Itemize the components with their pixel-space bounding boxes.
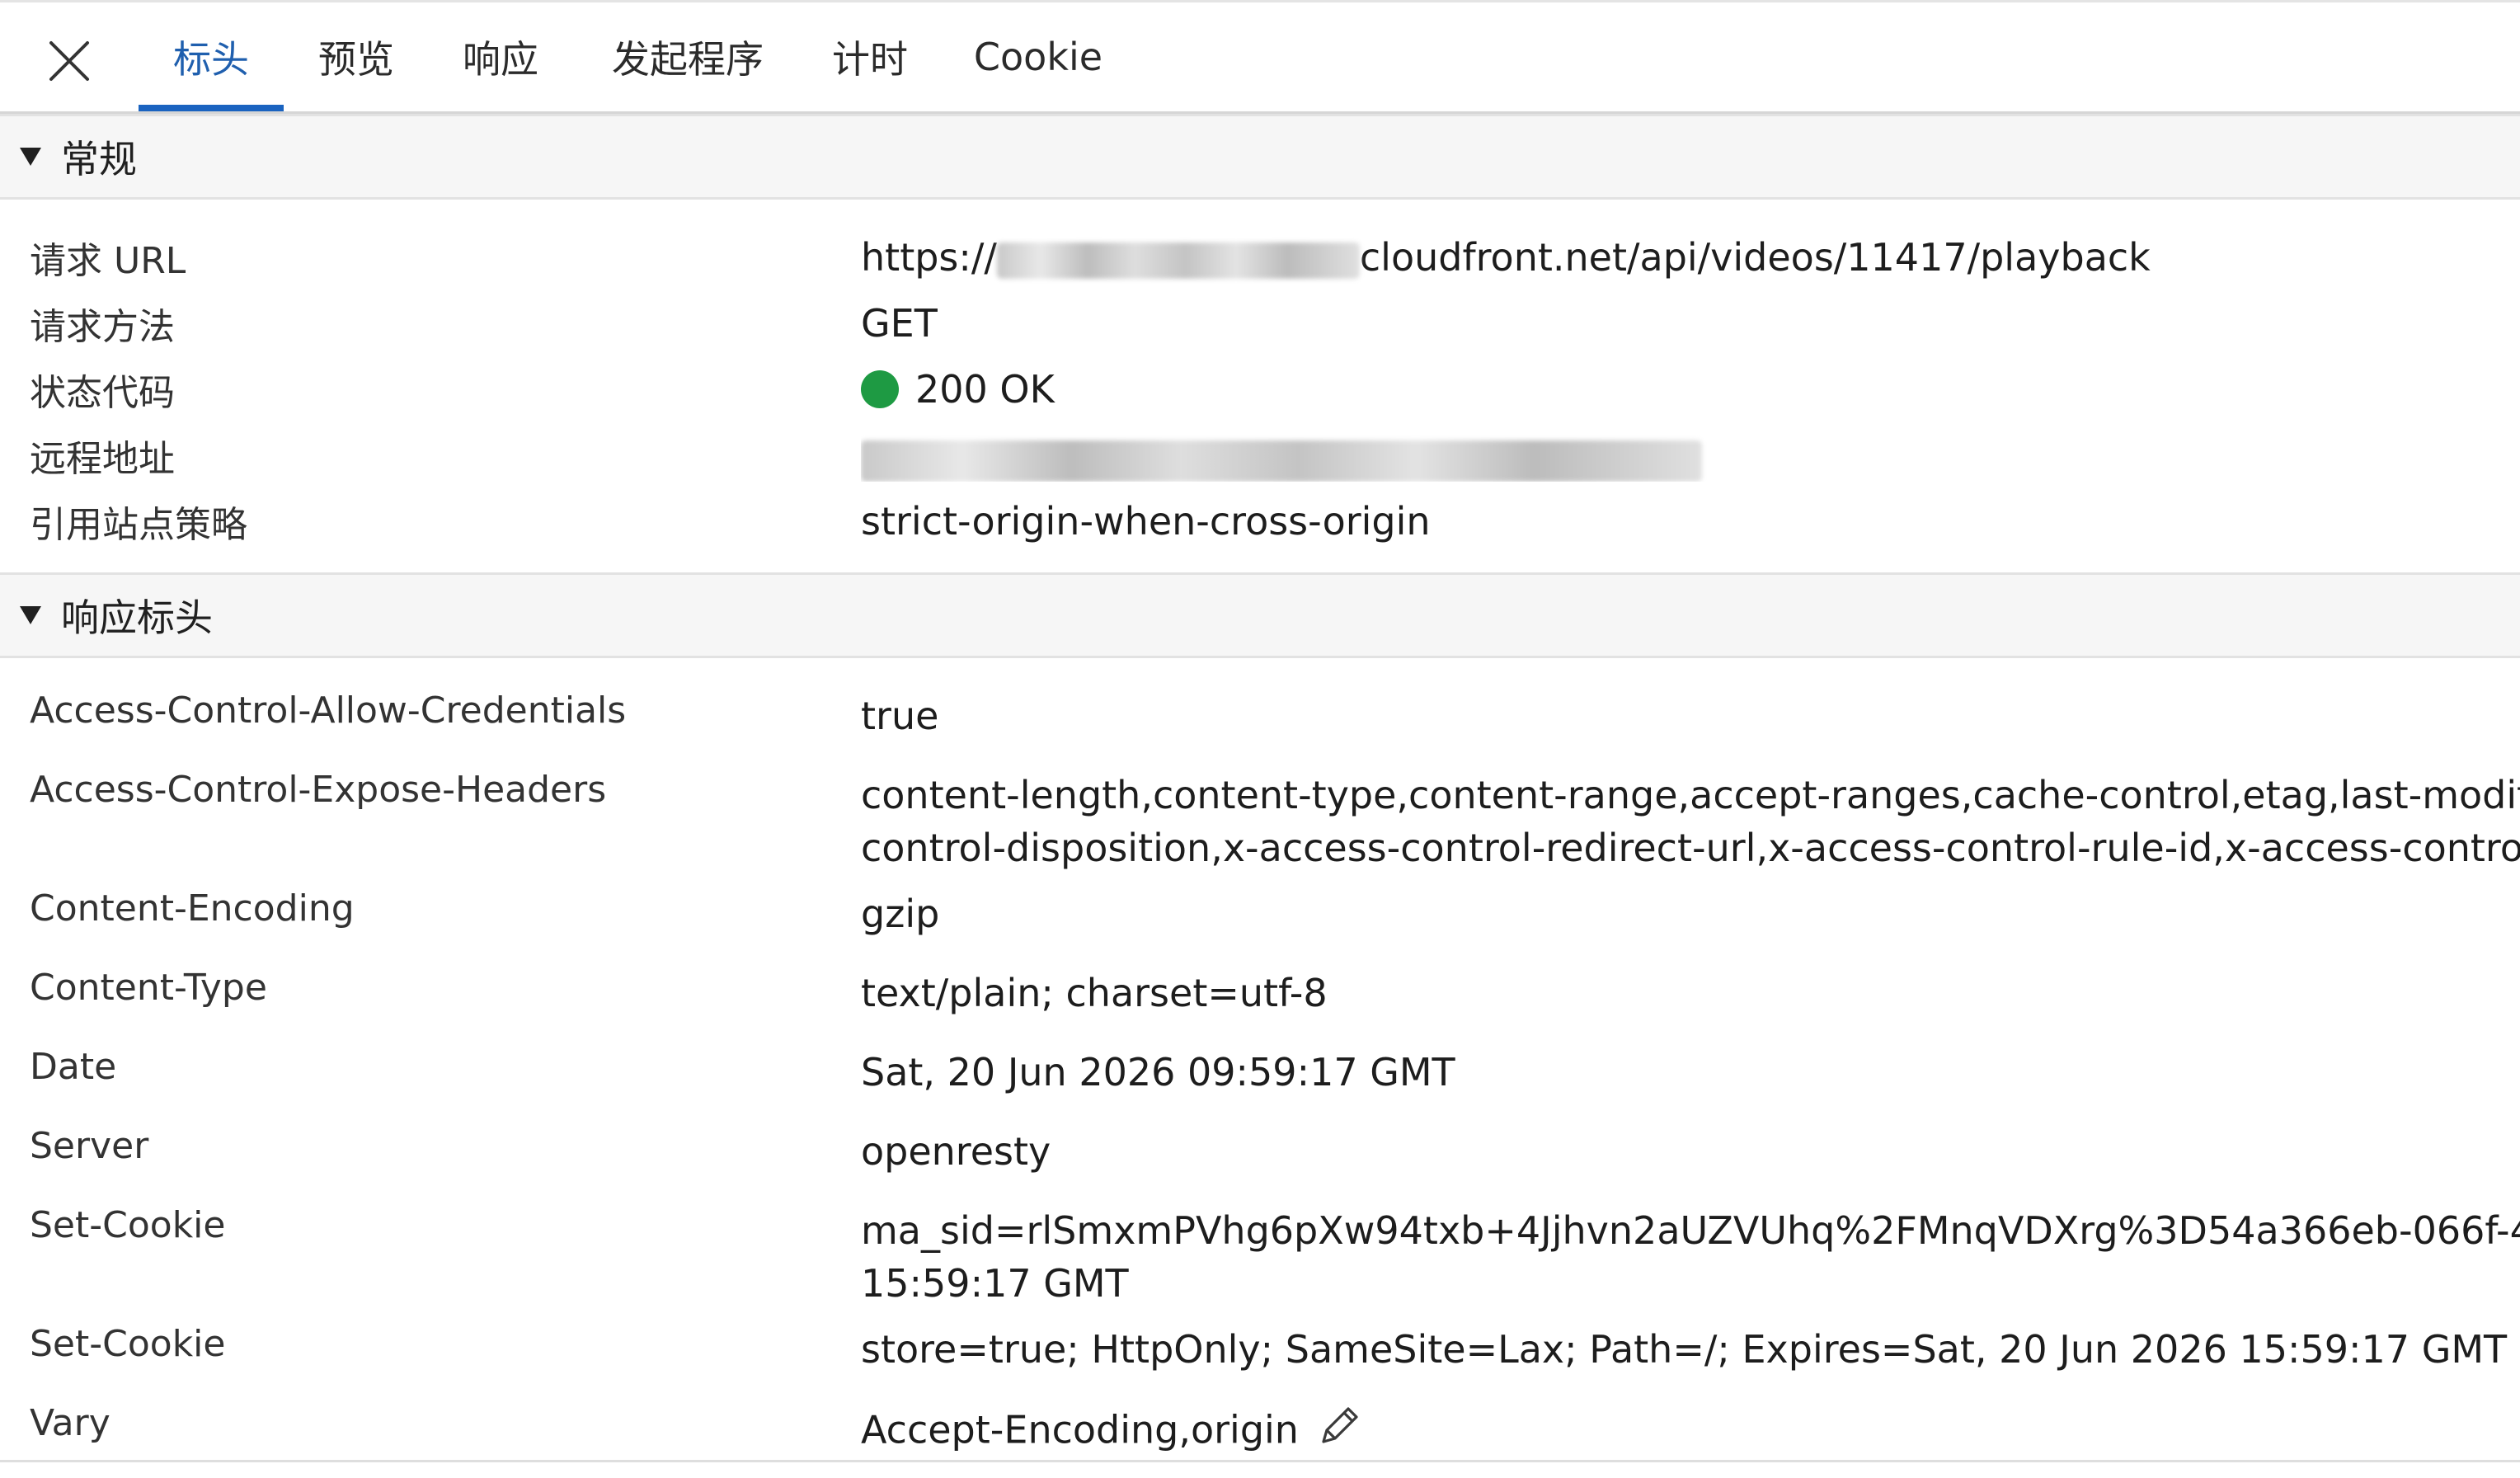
header-key: 请求方法 (30, 306, 175, 348)
section-title: 响应标头 (61, 595, 213, 640)
header-key: 请求 URL (30, 240, 186, 282)
close-button[interactable] (36, 32, 102, 90)
close-icon (49, 41, 89, 81)
header-value[interactable]: ma_sid=rlSmxmPVhg6pXw94txb+4Jjhvn2aUZVUh… (861, 1204, 2520, 1310)
pencil-icon[interactable] (1315, 1402, 1363, 1463)
header-key: Content-Type (30, 967, 267, 1009)
header-value[interactable]: https://cloudfront.net/api/videos/11417/… (861, 231, 2520, 284)
header-value[interactable]: gzip (861, 887, 2520, 940)
tab-label: 响应 (463, 37, 538, 82)
header-key: Access-Control-Expose-Headers (30, 769, 607, 811)
header-key: Set-Cookie (30, 1204, 226, 1246)
divider (0, 1460, 2520, 1462)
tab-headers[interactable]: 标头 (139, 2, 284, 111)
header-key: 远程地址 (30, 438, 175, 480)
section-response-headers-header[interactable]: 响应标头 (0, 572, 2520, 658)
header-key: Vary (30, 1402, 110, 1444)
section-title: 常规 (61, 137, 137, 181)
header-value[interactable]: openresty (861, 1125, 2520, 1178)
tab-label: 发起程序 (612, 37, 764, 82)
tab-label: Cookie (973, 35, 1103, 79)
tab-initiator[interactable]: 发起程序 (597, 2, 778, 111)
tab-label: 标头 (173, 37, 249, 82)
redacted-host (996, 242, 1360, 279)
devtools-network-headers-panel: 标头 预览 响应 发起程序 计时 Cookie 常规 请求 URL https:… (0, 0, 2520, 1478)
header-value[interactable]: content-length,content-type,content-rang… (861, 769, 2520, 874)
header-value[interactable]: true (861, 690, 2520, 742)
header-value[interactable]: GET (861, 297, 2520, 350)
header-value[interactable]: store=true; HttpOnly; SameSite=Lax; Path… (861, 1323, 2520, 1376)
header-key: Content-Encoding (30, 887, 355, 930)
section-general-header[interactable]: 常规 (0, 114, 2520, 200)
header-value[interactable]: text/plain; charset=utf-8 (861, 967, 2520, 1019)
tab-label: 预览 (318, 37, 394, 82)
header-key: 引用站点策略 (30, 504, 247, 546)
header-value[interactable]: strict-origin-when-cross-origin (861, 495, 2520, 548)
status-dot-icon (861, 370, 899, 408)
header-key: Server (30, 1125, 149, 1167)
caret-down-icon (20, 606, 41, 624)
tab-timing[interactable]: 计时 (821, 2, 919, 111)
caret-down-icon (20, 148, 41, 166)
header-key: Access-Control-Allow-Credentials (30, 690, 627, 732)
tab-cookies[interactable]: Cookie (966, 2, 1110, 111)
header-key: Set-Cookie (30, 1323, 226, 1365)
tab-preview[interactable]: 预览 (303, 2, 409, 111)
header-key: Date (30, 1046, 117, 1088)
header-value[interactable]: Accept-Encoding,origin (861, 1402, 2520, 1463)
header-value[interactable]: 200 OK (861, 363, 2520, 416)
tab-label: 计时 (832, 37, 908, 82)
redacted-remote-address (861, 440, 1702, 482)
header-key: 状态代码 (30, 372, 175, 414)
tab-bar: 标头 预览 响应 发起程序 计时 Cookie (0, 0, 2520, 114)
tab-response[interactable]: 响应 (452, 2, 549, 111)
header-value[interactable]: Sat, 20 Jun 2026 09:59:17 GMT (861, 1046, 2520, 1099)
header-value[interactable] (861, 429, 2520, 482)
